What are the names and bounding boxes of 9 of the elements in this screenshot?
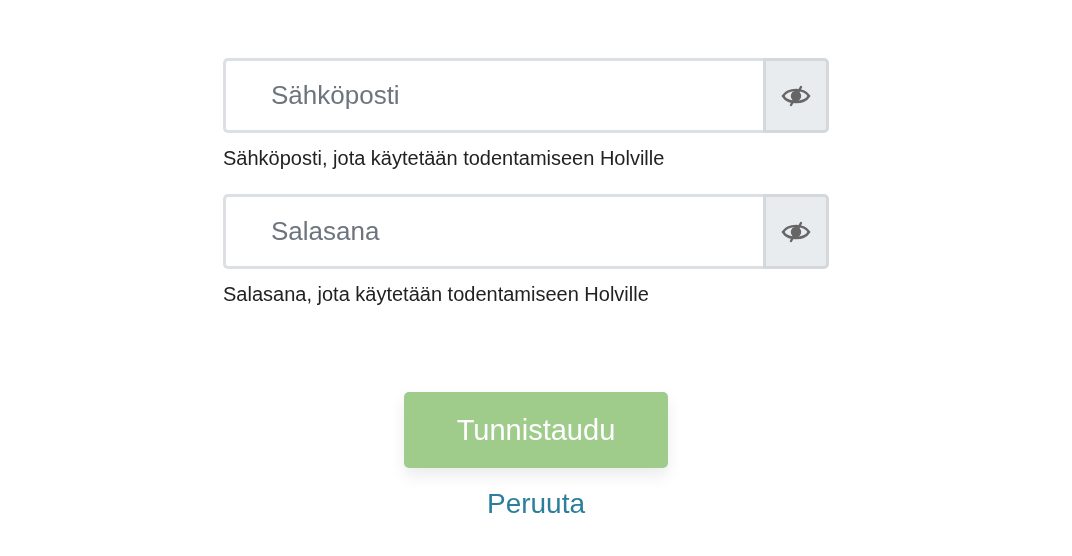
input-field[interactable]: Salasana [223, 194, 763, 269]
visibility-toggle[interactable] [763, 194, 829, 269]
input-field[interactable]: Sähköposti [223, 58, 763, 133]
cancel-link[interactable]: Peruuta [486, 488, 586, 520]
help-text: Sähköposti, jota käytetään todentamiseen Holville [223, 146, 666, 170]
eye-slash-icon [781, 220, 811, 243]
help-text: Salasana, jota käytetään todentamiseen Holville [223, 282, 650, 306]
visibility-toggle[interactable] [763, 58, 829, 133]
eye-slash-icon [781, 84, 811, 107]
